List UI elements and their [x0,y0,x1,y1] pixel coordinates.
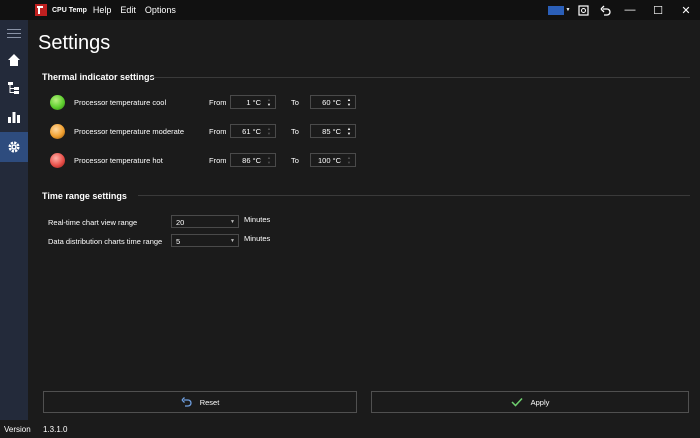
sidebar-item-tree[interactable] [0,73,28,102]
cool-from-stepper[interactable]: 1 °C ▲ ▼ [230,95,276,109]
page-title: Settings [38,32,111,54]
time-range-section-title: Time range settings [42,191,127,201]
menu-edit[interactable]: Edit [120,5,136,15]
menu-options[interactable]: Options [145,5,176,15]
hot-to-stepper[interactable]: 100 °C ▲ ▼ [310,153,356,167]
minimize-icon: — [624,4,636,16]
minimize-button[interactable]: — [616,0,644,20]
language-selector[interactable]: ▼ [546,0,572,20]
title-bar-controls: ▼ — ☐ ✕ [546,0,700,20]
apply-button[interactable]: Apply [371,391,689,413]
version-label: Version [4,425,31,434]
hot-from-stepper[interactable]: 86 °C ▲ ▼ [230,153,276,167]
to-label: To [291,98,299,107]
close-icon: ✕ [681,4,691,17]
sidebar [0,20,28,420]
menu-help[interactable]: Help [93,5,112,15]
realtime-range-label: Real-time chart view range [48,218,138,227]
distribution-unit-label: Minutes [244,234,271,243]
apply-label: Apply [530,397,550,407]
thermal-row-moderate: Processor temperature moderate From 61 °… [50,123,370,141]
time-range-divider [138,195,690,196]
thermal-section-title: Thermal indicator settings [42,72,155,82]
thermal-row-label: Processor temperature hot [74,156,163,165]
app-logo-icon [35,4,47,16]
menu-icon[interactable] [0,20,28,46]
home-icon [8,53,20,66]
maximize-icon: ☐ [653,4,663,17]
hot-indicator-icon [50,153,65,168]
distribution-range-label: Data distribution charts time range [48,237,163,246]
gear-icon [8,141,20,153]
stepper-value: 85 °C [322,127,341,136]
to-label: To [291,156,299,165]
title-bar: CPU Temp Help Edit Options ▼ — ☐ ✕ [0,0,700,20]
cool-indicator-icon [50,95,65,110]
from-label: From [209,156,227,165]
stepper-value: 61 °C [242,127,261,136]
stepper-arrows-icon[interactable]: ▲ ▼ [345,154,353,166]
realtime-unit-label: Minutes [244,215,271,224]
snapshot-icon [577,4,589,16]
stepper-arrows-icon[interactable]: ▲ ▼ [345,96,353,108]
stepper-value: 86 °C [242,156,261,165]
stepper-value: 60 °C [322,98,341,107]
select-value: 5 [176,237,181,246]
chevron-down-icon: ▼ [230,219,235,225]
reset-icon [181,397,192,407]
stepper-arrows-icon[interactable]: ▲ ▼ [345,125,353,137]
distribution-range-select[interactable]: 5 ▼ [171,234,239,247]
thermal-row-hot: Processor temperature hot From 86 °C ▲ ▼ … [50,152,370,170]
from-label: From [209,127,227,136]
sidebar-item-charts[interactable] [0,102,28,132]
thermal-divider [150,77,690,78]
flag-icon [547,5,564,15]
moderate-indicator-icon [50,124,65,139]
stepper-value: 100 °C [317,156,341,165]
thermal-row-label: Processor temperature moderate [74,127,185,136]
tree-icon [8,81,19,94]
undo-icon [600,5,611,16]
from-label: From [209,98,227,107]
close-button[interactable]: ✕ [672,0,700,20]
stepper-arrows-icon[interactable]: ▲ ▼ [265,154,273,166]
moderate-from-stepper[interactable]: 61 °C ▲ ▼ [230,124,276,138]
select-value: 20 [176,218,185,227]
reset-button[interactable]: Reset [43,391,357,413]
back-button[interactable] [594,0,616,20]
status-bar: Version 1.3.1.0 [0,420,700,438]
reset-label: Reset [199,397,220,407]
bar-chart-icon [8,112,20,123]
sidebar-item-home[interactable] [0,46,28,73]
thermal-row-label: Processor temperature cool [74,98,167,107]
maximize-button[interactable]: ☐ [644,0,672,20]
stepper-arrows-icon[interactable]: ▲ ▼ [265,96,273,108]
check-icon [511,397,523,407]
sidebar-item-settings[interactable] [0,132,28,162]
to-label: To [291,127,299,136]
chevron-down-icon: ▼ [565,7,571,13]
thermal-row-cool: Processor temperature cool From 1 °C ▲ ▼ … [50,94,370,112]
realtime-range-select[interactable]: 20 ▼ [171,215,239,228]
version-value: 1.3.1.0 [43,425,68,434]
cool-to-stepper[interactable]: 60 °C ▲ ▼ [310,95,356,109]
moderate-to-stepper[interactable]: 85 °C ▲ ▼ [310,124,356,138]
stepper-value: 1 °C [246,98,261,107]
menu-bar: Help Edit Options [93,5,185,15]
stepper-arrows-icon[interactable]: ▲ ▼ [265,125,273,137]
app-title: CPU Temp [52,6,87,14]
chevron-down-icon: ▼ [230,238,235,244]
snapshot-button[interactable] [572,0,594,20]
